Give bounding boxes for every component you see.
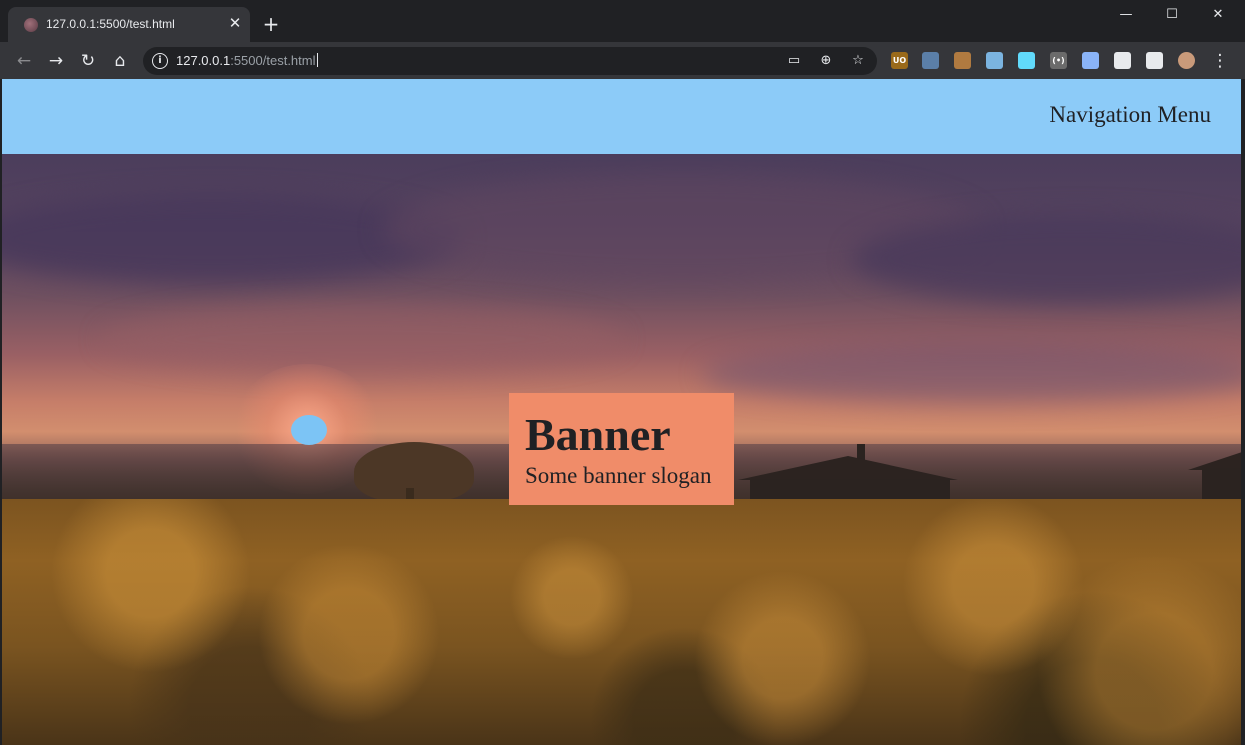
- site-info-icon[interactable]: i: [152, 53, 168, 69]
- grass-field: [2, 499, 1241, 745]
- forward-button[interactable]: →: [44, 49, 68, 73]
- back-button[interactable]: ←: [12, 49, 36, 73]
- tab-title: 127.0.0.1:5500/test.html: [46, 17, 175, 31]
- browser-tab[interactable]: 127.0.0.1:5500/test.html ✕: [8, 7, 250, 42]
- extensions-puzzle-icon[interactable]: [1114, 52, 1131, 69]
- cast-icon[interactable]: ▭: [784, 51, 804, 71]
- minimize-button[interactable]: —: [1103, 4, 1149, 26]
- banner-title: Banner: [525, 409, 671, 460]
- zoom-icon[interactable]: ⊕: [816, 51, 836, 71]
- new-tab-button[interactable]: +: [260, 13, 282, 35]
- page-viewport: Navigation Menu Banner Some banner sloga…: [2, 79, 1241, 745]
- reload-button[interactable]: ↻: [76, 49, 100, 73]
- ext-search-icon[interactable]: [986, 52, 1003, 69]
- address-bar[interactable]: i 127.0.0.1:5500/test.html ▭ ⊕ ☆: [143, 47, 877, 75]
- profile-avatar-icon[interactable]: [1178, 52, 1195, 69]
- browser-menu-button[interactable]: ⋮: [1208, 49, 1232, 73]
- navigation-bar: Navigation Menu: [2, 79, 1241, 154]
- ublock-icon[interactable]: UO: [891, 52, 908, 69]
- sun: [291, 415, 327, 445]
- banner-box: Banner Some banner slogan: [509, 393, 734, 505]
- react-devtools-icon[interactable]: [1018, 52, 1035, 69]
- home-button[interactable]: ⌂: [108, 49, 132, 73]
- ext-bracket-icon[interactable]: (•): [1050, 52, 1067, 69]
- globe-icon: [24, 18, 38, 32]
- url-host: 127.0.0.1: [176, 53, 231, 68]
- url-text[interactable]: 127.0.0.1:5500/test.html: [176, 53, 318, 68]
- browser-toolbar: ← → ↻ ⌂ i 127.0.0.1:5500/test.html ▭ ⊕ ☆…: [0, 42, 1245, 79]
- navigation-menu[interactable]: Navigation Menu: [1049, 102, 1211, 128]
- close-window-button[interactable]: ✕: [1195, 4, 1241, 26]
- media-control-icon[interactable]: [1146, 52, 1163, 69]
- bookmark-star-icon[interactable]: ☆: [848, 51, 868, 71]
- maximize-button[interactable]: ☐: [1149, 4, 1195, 26]
- url-path: :5500/test.html: [230, 53, 316, 68]
- house: [738, 456, 958, 480]
- ext-square-icon[interactable]: [922, 52, 939, 69]
- hero-background-image: Banner Some banner slogan: [2, 154, 1241, 745]
- banner-slogan: Some banner slogan: [525, 463, 712, 488]
- tree: [354, 442, 474, 502]
- ext-chart-icon[interactable]: [954, 52, 971, 69]
- ext-note-icon[interactable]: [1082, 52, 1099, 69]
- close-tab-icon[interactable]: ✕: [226, 14, 244, 32]
- browser-titlebar: 127.0.0.1:5500/test.html ✕ + — ☐ ✕: [0, 0, 1245, 42]
- house-right: [1188, 450, 1241, 470]
